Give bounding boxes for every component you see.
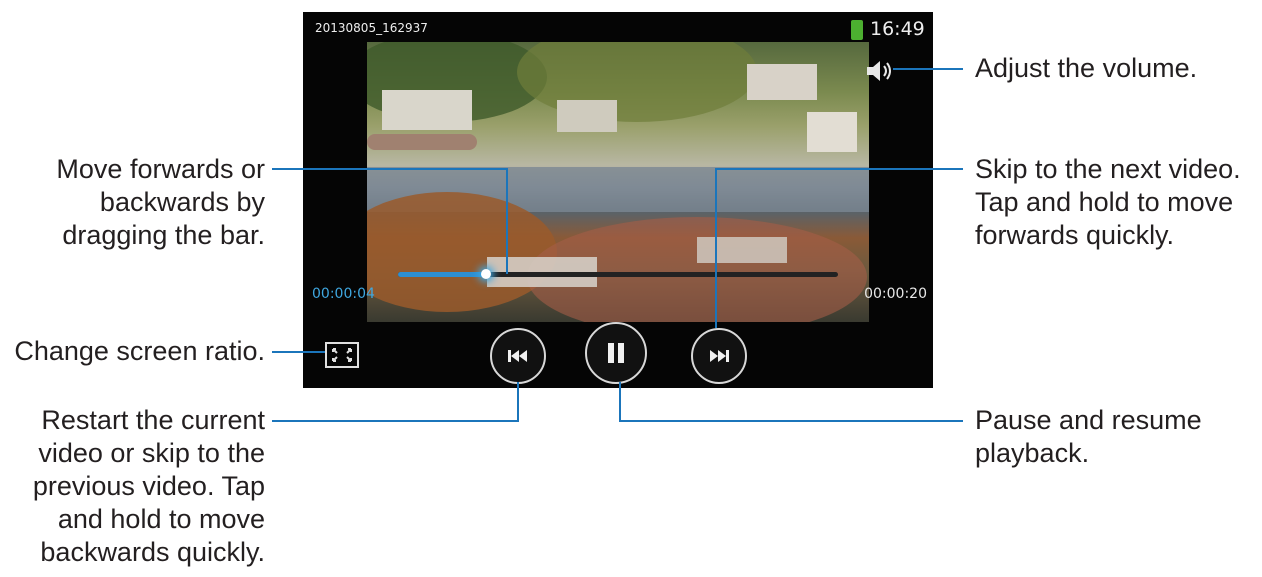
prev-callout-line (272, 420, 519, 422)
prev-callout-line (517, 382, 519, 422)
seek-bar-thumb[interactable] (481, 269, 491, 279)
video-player-screen: 20130805_162937 16:49 00:00:04 00:00:20 (303, 12, 933, 388)
next-callout-line (715, 168, 963, 170)
screen-ratio-icon (332, 348, 352, 362)
building (807, 112, 857, 152)
previous-icon (508, 350, 527, 362)
annotation-text: Change screen ratio. (14, 336, 265, 366)
battery-icon (851, 20, 863, 40)
previous-button[interactable] (490, 328, 546, 384)
pause-callout-line (619, 382, 621, 422)
next-icon (710, 350, 729, 362)
annotation-line: Restart the current (41, 405, 265, 435)
clock: 16:49 (870, 18, 925, 40)
pause-callout-line (619, 420, 963, 422)
annotation-line: dragging the bar. (62, 220, 265, 250)
screen-ratio-button[interactable] (325, 342, 359, 368)
prev-annotation: Restart the current video or skip to the… (33, 404, 265, 569)
hillside-area (517, 42, 757, 122)
seek-bar-progress (398, 272, 486, 277)
volume-callout-line (893, 68, 963, 70)
annotation-line: backwards quickly. (40, 537, 265, 567)
bridge (367, 134, 477, 150)
annotation-line: backwards by (99, 187, 265, 217)
annotation-line: video or skip to the (38, 438, 265, 468)
annotation-line: Pause and resume (975, 405, 1202, 435)
next-annotation: Skip to the next video. Tap and hold to … (975, 153, 1241, 252)
filename: 20130805_162937 (315, 21, 428, 35)
annotation-line: Move forwards or (56, 154, 265, 184)
annotation-line: Skip to the next video. (975, 154, 1241, 184)
building (382, 90, 472, 130)
elapsed-time: 00:00:04 (312, 286, 375, 302)
pause-icon (608, 343, 624, 363)
ratio-annotation: Change screen ratio. (14, 335, 265, 368)
building (557, 100, 617, 132)
seek-annotation: Move forwards or backwards by dragging t… (56, 153, 265, 252)
status-bar: 20130805_162937 16:49 (303, 12, 933, 42)
building (697, 237, 787, 263)
annotation-line: Tap and hold to move (975, 187, 1234, 217)
volume-annotation: Adjust the volume. (975, 52, 1197, 85)
annotation-text: Adjust the volume. (975, 53, 1198, 83)
volume-icon[interactable] (863, 58, 899, 84)
seek-bar[interactable] (398, 269, 838, 279)
annotation-line: playback. (975, 438, 1090, 468)
ratio-callout-line (272, 351, 325, 353)
annotation-line: and hold to move (57, 504, 265, 534)
next-callout-line (715, 168, 717, 328)
seek-callout-line (506, 168, 508, 274)
total-duration: 00:00:20 (864, 286, 927, 302)
annotation-line: previous video. Tap (32, 471, 265, 501)
next-button[interactable] (691, 328, 747, 384)
pause-annotation: Pause and resume playback. (975, 404, 1202, 470)
seek-callout-line (272, 168, 508, 170)
annotation-line: forwards quickly. (975, 220, 1175, 250)
building (747, 64, 817, 100)
video-frame[interactable] (367, 42, 869, 322)
pause-button[interactable] (585, 322, 647, 384)
